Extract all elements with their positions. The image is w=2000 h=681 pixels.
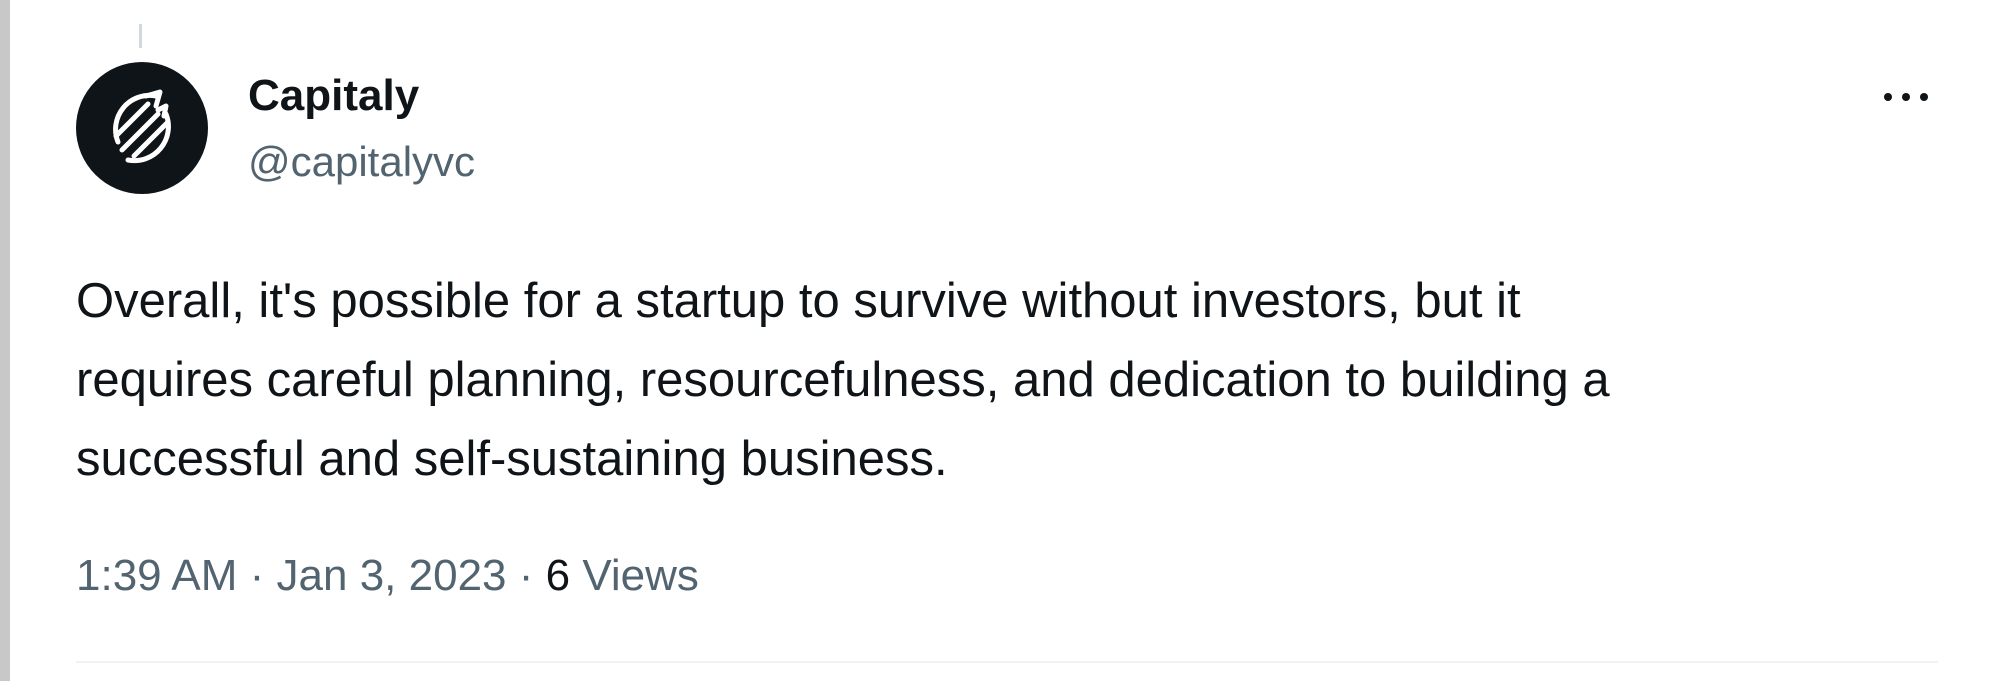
thread-connector-line xyxy=(139,24,142,48)
tweet-time[interactable]: 1:39 AM xyxy=(76,551,237,600)
left-scroll-rail xyxy=(0,0,10,681)
divider xyxy=(76,661,1938,663)
meta-separator: · xyxy=(506,551,546,600)
more-options-button[interactable] xyxy=(1876,72,1936,122)
tweet-date[interactable]: Jan 3, 2023 xyxy=(277,551,507,600)
display-name[interactable]: Capitaly xyxy=(248,70,419,122)
tweet-text: Overall, it's possible for a startup to … xyxy=(76,274,1610,486)
avatar[interactable] xyxy=(76,62,208,194)
views-count: 6 xyxy=(545,551,571,600)
tweet-metadata: 1:39 AM · Jan 3, 2023 · 6 Views xyxy=(76,546,699,606)
meta-separator: · xyxy=(237,551,277,600)
more-options-icon xyxy=(1884,93,1928,101)
tweet-detail-view: Capitaly @capitalyvc Overall, it's possi… xyxy=(0,0,2000,681)
views-label: Views xyxy=(570,551,699,600)
capitaly-logo-icon xyxy=(113,89,171,164)
user-handle[interactable]: @capitalyvc xyxy=(248,136,475,188)
